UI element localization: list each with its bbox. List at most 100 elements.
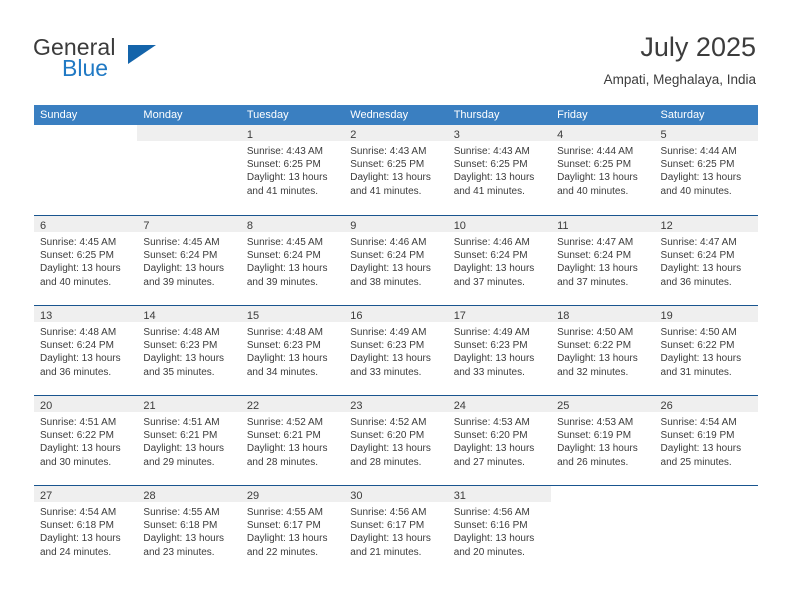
- sunset-text: Sunset: 6:23 PM: [453, 340, 528, 352]
- daylight-text: Daylight: 13 hours and 28 minutes.: [350, 443, 431, 468]
- day-info: Sunrise: 4:49 AM Sunset: 6:23 PM Daylight:…: [448, 322, 551, 379]
- sunrise-text: Sunrise: 4:50 AM: [660, 327, 737, 338]
- day-cell-23[interactable]: 23 Sunrise: 4:52 AM Sunset: 6:20 PM Dayligh…: [344, 396, 448, 485]
- day-cell-22[interactable]: 22 Sunrise: 4:52 AM Sunset: 6:21 PM Dayligh…: [240, 396, 345, 485]
- day-cell-21[interactable]: 21 Sunrise: 4:51 AM Sunset: 6:21 PM Dayligh…: [137, 396, 241, 485]
- day-cell-5[interactable]: 5 Sunrise: 4:44 AM Sunset: 6:25 PM Daylight…: [654, 125, 758, 214]
- sunrise-text: Sunrise: 4:51 AM: [40, 417, 117, 428]
- sunrise-text: Sunrise: 4:55 AM: [246, 507, 323, 518]
- sunrise-text: Sunrise: 4:56 AM: [350, 507, 427, 518]
- sunset-text: Sunset: 6:19 PM: [660, 430, 735, 442]
- calendar-week-row: 27 Sunrise: 4:54 AM Sunset: 6:18 PM Dayligh…: [34, 485, 758, 575]
- sunset-text: Sunset: 6:23 PM: [350, 340, 425, 352]
- day-number-band: 3: [447, 125, 552, 141]
- sunrise-text: Sunrise: 4:48 AM: [143, 327, 220, 338]
- day-number: 8: [246, 220, 253, 232]
- day-number-band: 13: [34, 306, 138, 322]
- day-cell-14[interactable]: 14 Sunrise: 4:48 AM Sunset: 6:23 PM Dayligh…: [137, 306, 241, 395]
- day-cell-7[interactable]: 7 Sunrise: 4:45 AM Sunset: 6:24 PM Daylight…: [137, 216, 241, 305]
- day-cell-19[interactable]: 19 Sunrise: 4:50 AM Sunset: 6:22 PM Dayligh…: [654, 306, 758, 395]
- sunset-text: Sunset: 6:25 PM: [557, 159, 632, 171]
- day-cell-18[interactable]: 18 Sunrise: 4:50 AM Sunset: 6:22 PM Dayligh…: [551, 306, 655, 395]
- day-number: 11: [557, 220, 569, 232]
- day-cell-8[interactable]: 8 Sunrise: 4:45 AM Sunset: 6:24 PM Daylight…: [240, 216, 345, 305]
- day-number-band: 8: [240, 216, 345, 232]
- day-cell-28[interactable]: 28 Sunrise: 4:55 AM Sunset: 6:18 PM Dayligh…: [137, 486, 241, 575]
- sunset-text: Sunset: 6:21 PM: [143, 430, 218, 442]
- day-cell-10[interactable]: 10 Sunrise: 4:46 AM Sunset: 6:24 PM Dayligh…: [447, 216, 552, 305]
- day-cell-13[interactable]: 13 Sunrise: 4:48 AM Sunset: 6:24 PM Dayligh…: [34, 306, 138, 395]
- day-info: Sunrise: 4:46 AM Sunset: 6:24 PM Daylight:…: [344, 232, 447, 289]
- weekday-header-wednesday: Wednesday: [350, 109, 409, 121]
- day-cell-2[interactable]: 2 Sunrise: 4:43 AM Sunset: 6:25 PM Daylight…: [344, 125, 448, 214]
- day-cell-31[interactable]: 31 Sunrise: 4:56 AM Sunset: 6:16 PM Dayligh…: [447, 486, 552, 575]
- brand-logo[interactable]: General Blue: [33, 34, 233, 86]
- daylight-text: Daylight: 13 hours and 39 minutes.: [246, 263, 328, 288]
- day-cell-16[interactable]: 16 Sunrise: 4:49 AM Sunset: 6:23 PM Dayligh…: [344, 306, 448, 395]
- daylight-text: Daylight: 13 hours and 40 minutes.: [40, 263, 121, 288]
- day-cell-30[interactable]: 30 Sunrise: 4:56 AM Sunset: 6:17 PM Dayligh…: [344, 486, 448, 575]
- day-number: 22: [246, 400, 260, 412]
- day-cell-1[interactable]: 1 Sunrise: 4:43 AM Sunset: 6:25 PM Daylight…: [240, 125, 345, 214]
- weekday-header-tuesday: Tuesday: [246, 109, 289, 121]
- daylight-text: Daylight: 13 hours and 37 minutes.: [453, 263, 535, 288]
- daylight-text: Daylight: 13 hours and 20 minutes.: [453, 533, 535, 558]
- day-cell-4[interactable]: 4 Sunrise: 4:44 AM Sunset: 6:25 PM Daylight…: [551, 125, 655, 214]
- day-number-band: 2: [344, 125, 448, 141]
- sunrise-text: Sunrise: 4:56 AM: [453, 507, 530, 518]
- day-cell-26[interactable]: 26 Sunrise: 4:54 AM Sunset: 6:19 PM Dayligh…: [654, 396, 758, 485]
- day-cell-3[interactable]: 3 Sunrise: 4:43 AM Sunset: 6:25 PM Daylight…: [447, 125, 552, 214]
- day-info: Sunrise: 4:48 AM Sunset: 6:23 PM Daylight:…: [137, 322, 240, 379]
- day-number: 19: [660, 310, 673, 322]
- sunset-text: Sunset: 6:25 PM: [246, 159, 321, 171]
- sunset-text: Sunset: 6:21 PM: [246, 430, 321, 442]
- day-number-band: 17: [447, 306, 552, 322]
- day-number-band: 22: [240, 396, 345, 412]
- day-cell-15[interactable]: 15 Sunrise: 4:48 AM Sunset: 6:23 PM Dayligh…: [240, 306, 345, 395]
- daylight-text: Daylight: 13 hours and 31 minutes.: [660, 353, 742, 378]
- sunset-text: Sunset: 6:24 PM: [557, 250, 632, 262]
- day-info: Sunrise: 4:47 AM Sunset: 6:24 PM Daylight:…: [551, 232, 654, 289]
- daylight-text: Daylight: 13 hours and 22 minutes.: [246, 533, 328, 558]
- sunrise-text: Sunrise: 4:50 AM: [557, 327, 634, 338]
- day-number-band: [551, 486, 654, 502]
- day-cell-12[interactable]: 12 Sunrise: 4:47 AM Sunset: 6:24 PM Dayligh…: [654, 216, 758, 305]
- day-number-band: 18: [551, 306, 655, 322]
- day-number-band: 25: [551, 396, 655, 412]
- day-cell-25[interactable]: 25 Sunrise: 4:53 AM Sunset: 6:19 PM Dayligh…: [551, 396, 655, 485]
- day-info: Sunrise: 4:43 AM Sunset: 6:25 PM Daylight:…: [448, 141, 551, 198]
- sunset-text: Sunset: 6:24 PM: [246, 250, 321, 262]
- day-cell-17[interactable]: 17 Sunrise: 4:49 AM Sunset: 6:23 PM Dayligh…: [447, 306, 552, 395]
- day-cell-20[interactable]: 20 Sunrise: 4:51 AM Sunset: 6:22 PM Dayligh…: [34, 396, 138, 485]
- sunset-text: Sunset: 6:24 PM: [143, 250, 218, 262]
- day-number-band: 29: [240, 486, 345, 502]
- day-info: Sunrise: 4:48 AM Sunset: 6:23 PM Daylight:…: [241, 322, 344, 379]
- day-number-band: 11: [551, 216, 655, 232]
- day-number: 15: [246, 310, 260, 322]
- day-info: Sunrise: 4:43 AM Sunset: 6:25 PM Daylight:…: [344, 141, 447, 198]
- day-info: Sunrise: 4:44 AM Sunset: 6:25 PM Daylight:…: [551, 141, 654, 198]
- daylight-text: Daylight: 13 hours and 41 minutes.: [350, 172, 431, 197]
- day-cell-empty: [137, 125, 241, 214]
- day-cell-27[interactable]: 27 Sunrise: 4:54 AM Sunset: 6:18 PM Dayligh…: [34, 486, 138, 575]
- day-cell-11[interactable]: 11 Sunrise: 4:47 AM Sunset: 6:24 PM Dayligh…: [551, 216, 655, 305]
- day-cell-empty: [655, 486, 758, 575]
- day-number: 9: [350, 220, 357, 232]
- page-header: General Blue July 2025 Ampati, Meghalaya…: [0, 0, 792, 104]
- calendar-week-row: 13 Sunrise: 4:48 AM Sunset: 6:24 PM Dayligh…: [34, 305, 758, 395]
- sunrise-text: Sunrise: 4:48 AM: [40, 327, 117, 338]
- day-number: 25: [557, 400, 570, 412]
- day-cell-24[interactable]: 24 Sunrise: 4:53 AM Sunset: 6:20 PM Dayligh…: [447, 396, 552, 485]
- day-cell-empty: [34, 125, 137, 214]
- sunrise-text: Sunrise: 4:43 AM: [246, 146, 323, 157]
- day-cell-9[interactable]: 9 Sunrise: 4:46 AM Sunset: 6:24 PM Daylight…: [344, 216, 448, 305]
- day-number-band: 14: [137, 306, 241, 322]
- day-number: 24: [453, 400, 466, 412]
- day-cell-6[interactable]: 6 Sunrise: 4:45 AM Sunset: 6:25 PM Daylight…: [34, 216, 138, 305]
- calendar-page: General Blue July 2025 Ampati, Meghalaya…: [0, 0, 792, 612]
- day-info: Sunrise: 4:50 AM Sunset: 6:22 PM Daylight:…: [551, 322, 654, 379]
- daylight-text: Daylight: 13 hours and 28 minutes.: [246, 443, 328, 468]
- day-cell-29[interactable]: 29 Sunrise: 4:55 AM Sunset: 6:17 PM Dayligh…: [240, 486, 345, 575]
- day-number-band: 23: [344, 396, 448, 412]
- sunset-text: Sunset: 6:23 PM: [246, 340, 321, 352]
